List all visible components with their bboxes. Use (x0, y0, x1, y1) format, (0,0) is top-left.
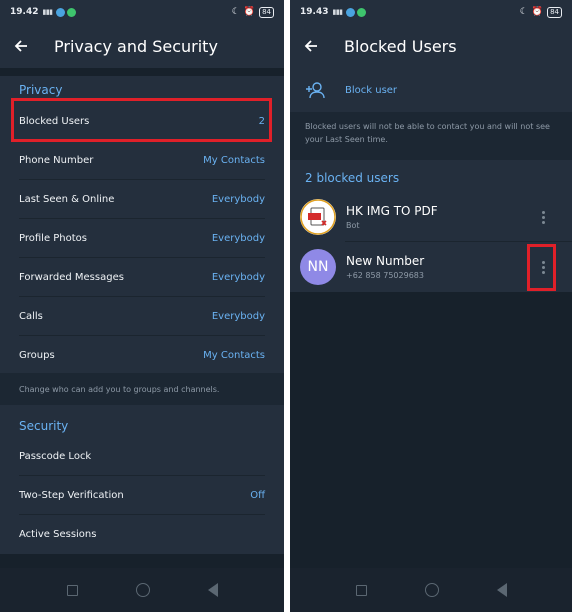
blocked-users-screen: 19.43 ▮▮▮ ☾ ⏰ 84 Blocked Users Block use… (290, 0, 572, 612)
user-name: HK IMG TO PDF (346, 204, 438, 218)
moon-icon: ☾ (231, 7, 240, 17)
nav-back-icon[interactable] (207, 583, 218, 597)
telegram-notification-icon (345, 7, 355, 17)
signal-icon: ▮▮▮ (332, 8, 343, 16)
system-nav-bar (0, 568, 284, 612)
row-label: Groups (19, 350, 55, 361)
last-seen-row[interactable]: Last Seen & Online Everybody (0, 180, 284, 219)
row-label: Two-Step Verification (19, 490, 124, 501)
two-step-verification-row[interactable]: Two-Step Verification Off (0, 476, 284, 515)
row-value: My Contacts (203, 350, 265, 361)
user-phone: +62 858 75029683 (346, 271, 424, 280)
page-title: Blocked Users (344, 36, 457, 56)
row-value: Off (250, 490, 265, 501)
whatsapp-notification-icon (66, 7, 76, 17)
highlight-box-more-options (527, 244, 556, 291)
groups-hint: Change who can add you to groups and cha… (0, 373, 284, 405)
signal-icon: ▮▮▮ (42, 8, 53, 16)
row-label: Calls (19, 311, 43, 322)
row-label: Profile Photos (19, 233, 88, 244)
row-value: Everybody (211, 311, 265, 322)
status-time: 19.42 (10, 7, 39, 17)
avatar: NN (300, 249, 336, 285)
row-value: Everybody (211, 194, 265, 205)
list-item-hk-img-to-pdf[interactable]: HK IMG TO PDF Bot (290, 192, 572, 242)
home-icon[interactable] (424, 583, 439, 597)
avatar (300, 199, 336, 235)
block-user-button[interactable]: Block user (290, 68, 572, 112)
user-name: New Number (346, 254, 425, 268)
blocked-users-info: Blocked users will not be able to contac… (290, 112, 572, 160)
more-options-icon[interactable] (541, 211, 545, 224)
status-bar: 19.43 ▮▮▮ ☾ ⏰ 84 (290, 0, 572, 24)
highlight-box-blocked-users (11, 98, 272, 142)
moon-icon: ☾ (519, 7, 528, 17)
app-bar: Blocked Users (290, 24, 572, 68)
row-label: Forwarded Messages (19, 272, 124, 283)
back-arrow-icon[interactable] (14, 39, 28, 53)
row-label: Passcode Lock (19, 451, 92, 462)
row-label: Last Seen & Online (19, 194, 115, 205)
battery-icon: 84 (547, 6, 562, 18)
system-nav-bar (290, 568, 572, 612)
row-value: My Contacts (203, 155, 265, 166)
battery-icon: 84 (259, 6, 274, 18)
block-user-label: Block user (345, 84, 398, 96)
row-label: Active Sessions (19, 529, 97, 540)
user-subtitle: Bot (346, 221, 360, 230)
security-section-title: Security (19, 419, 69, 433)
recents-icon[interactable] (66, 584, 78, 596)
security-section: Security Passcode Lock Two-Step Verifica… (0, 405, 284, 554)
status-time: 19.43 (300, 7, 329, 17)
home-icon[interactable] (135, 583, 150, 597)
row-label: Phone Number (19, 155, 94, 166)
recents-icon[interactable] (355, 584, 367, 596)
active-sessions-row[interactable]: Active Sessions (0, 515, 284, 554)
alarm-icon: ⏰ (243, 7, 256, 17)
privacy-security-screen: 19.42 ▮▮▮ ☾ ⏰ 84 Privacy and Security Pr… (0, 0, 284, 612)
app-bar: Privacy and Security (0, 24, 284, 68)
status-bar: 19.42 ▮▮▮ ☾ ⏰ 84 (0, 0, 284, 24)
phone-number-row[interactable]: Phone Number My Contacts (0, 141, 284, 180)
passcode-lock-row[interactable]: Passcode Lock (0, 437, 284, 476)
row-value: Everybody (211, 272, 265, 283)
pdf-icon (300, 199, 336, 235)
blocked-users-count-title: 2 blocked users (305, 171, 400, 185)
nav-back-icon[interactable] (496, 583, 507, 597)
profile-photos-row[interactable]: Profile Photos Everybody (0, 219, 284, 258)
whatsapp-notification-icon (356, 7, 366, 17)
row-value: Everybody (211, 233, 265, 244)
add-user-icon (306, 82, 325, 99)
page-title: Privacy and Security (54, 36, 218, 56)
forwarded-messages-row[interactable]: Forwarded Messages Everybody (0, 258, 284, 297)
calls-row[interactable]: Calls Everybody (0, 297, 284, 336)
telegram-notification-icon (55, 7, 65, 17)
alarm-icon: ⏰ (531, 7, 544, 17)
groups-row[interactable]: Groups My Contacts (0, 336, 284, 375)
back-arrow-icon[interactable] (304, 39, 318, 53)
